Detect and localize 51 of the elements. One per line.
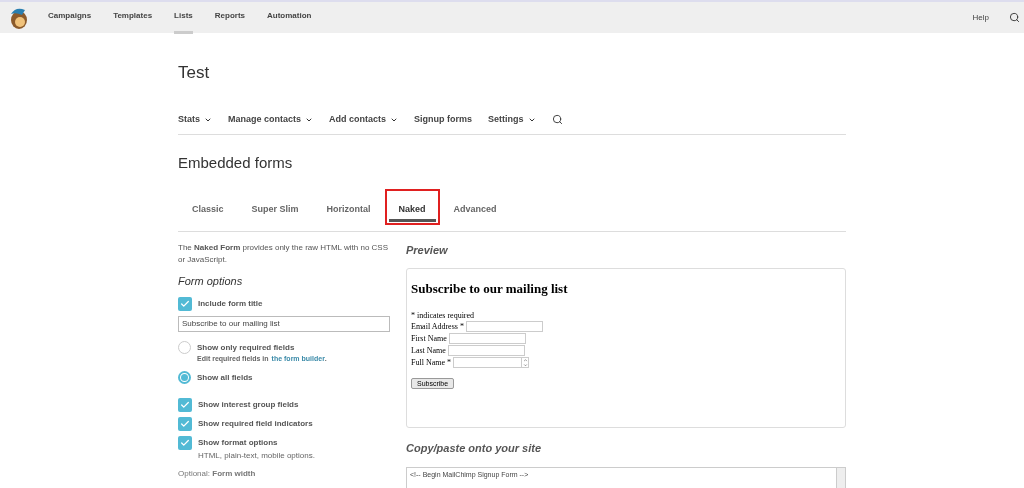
subnav-link[interactable]: Manage contacts xyxy=(228,113,302,127)
nav-link[interactable]: Campaigns xyxy=(48,1,92,34)
field-label: Last Name xyxy=(411,344,446,357)
nav-link[interactable]: Automation xyxy=(267,1,312,34)
tab[interactable]: Super Slim xyxy=(241,201,309,222)
scrollbar[interactable] xyxy=(836,467,845,488)
search-icon[interactable] xyxy=(551,114,563,126)
search-icon[interactable] xyxy=(1009,12,1020,23)
checkbox-label: Show format options xyxy=(198,437,278,449)
preview-heading: Preview xyxy=(406,242,449,258)
section-title: Embedded forms xyxy=(178,152,294,173)
checkbox-label: Show interest group fields xyxy=(198,399,299,411)
description-text: The Naked Form provides only the raw HTML with no CSS or JavaScript. xyxy=(178,241,389,266)
radio-label: Show all fields xyxy=(197,371,253,384)
form-options-heading: Form options xyxy=(178,273,244,289)
input-field[interactable] xyxy=(465,321,543,332)
field-label: Email Address * xyxy=(411,320,464,333)
subnav-link[interactable]: Add contacts xyxy=(329,113,387,127)
checkbox[interactable] xyxy=(178,297,192,311)
nav-link[interactable]: Lists xyxy=(174,1,193,34)
required-note: * indicates required xyxy=(411,310,476,321)
help-link[interactable]: Help xyxy=(972,11,989,24)
nav-link[interactable]: Templates xyxy=(113,1,153,34)
checkbox-label: Show required field indicators xyxy=(198,418,313,430)
tab[interactable]: Horizontal xyxy=(316,201,381,222)
checkbox-label: Include form title xyxy=(198,298,263,310)
tab[interactable]: Naked xyxy=(388,201,436,222)
input-field[interactable] xyxy=(447,345,525,356)
tab[interactable]: Advanced xyxy=(443,201,507,222)
subnav-link[interactable]: Stats xyxy=(178,113,200,127)
field-label: First Name xyxy=(411,332,447,345)
checkbox[interactable] xyxy=(178,417,192,431)
subnav-link[interactable]: Signup forms xyxy=(414,113,473,127)
checkbox[interactable] xyxy=(178,398,192,412)
hint-text: HTML, plain-text, mobile options. xyxy=(198,451,316,461)
copy-heading: Copy/paste onto your site xyxy=(406,441,543,456)
field-label: Full Name * xyxy=(411,356,451,369)
input-field[interactable] xyxy=(448,333,526,344)
form-title-input[interactable]: Subscribe to our mailing list xyxy=(178,316,390,332)
check-icon xyxy=(180,299,190,309)
subnav-link[interactable]: Settings xyxy=(488,113,524,127)
radio-label: Show only required fields xyxy=(197,341,295,354)
optional-text: Optional: Form width xyxy=(178,469,257,479)
spinner-arrows-icon[interactable] xyxy=(521,358,528,367)
nav-link[interactable]: Reports xyxy=(214,1,245,34)
checkbox[interactable] xyxy=(178,436,192,450)
page-title: Test xyxy=(178,62,211,84)
number-input-field[interactable] xyxy=(453,357,529,368)
preview-form-title: Subscribe to our mailing list xyxy=(411,280,569,298)
tab[interactable]: Classic xyxy=(182,201,234,222)
radio-button[interactable] xyxy=(178,371,191,384)
